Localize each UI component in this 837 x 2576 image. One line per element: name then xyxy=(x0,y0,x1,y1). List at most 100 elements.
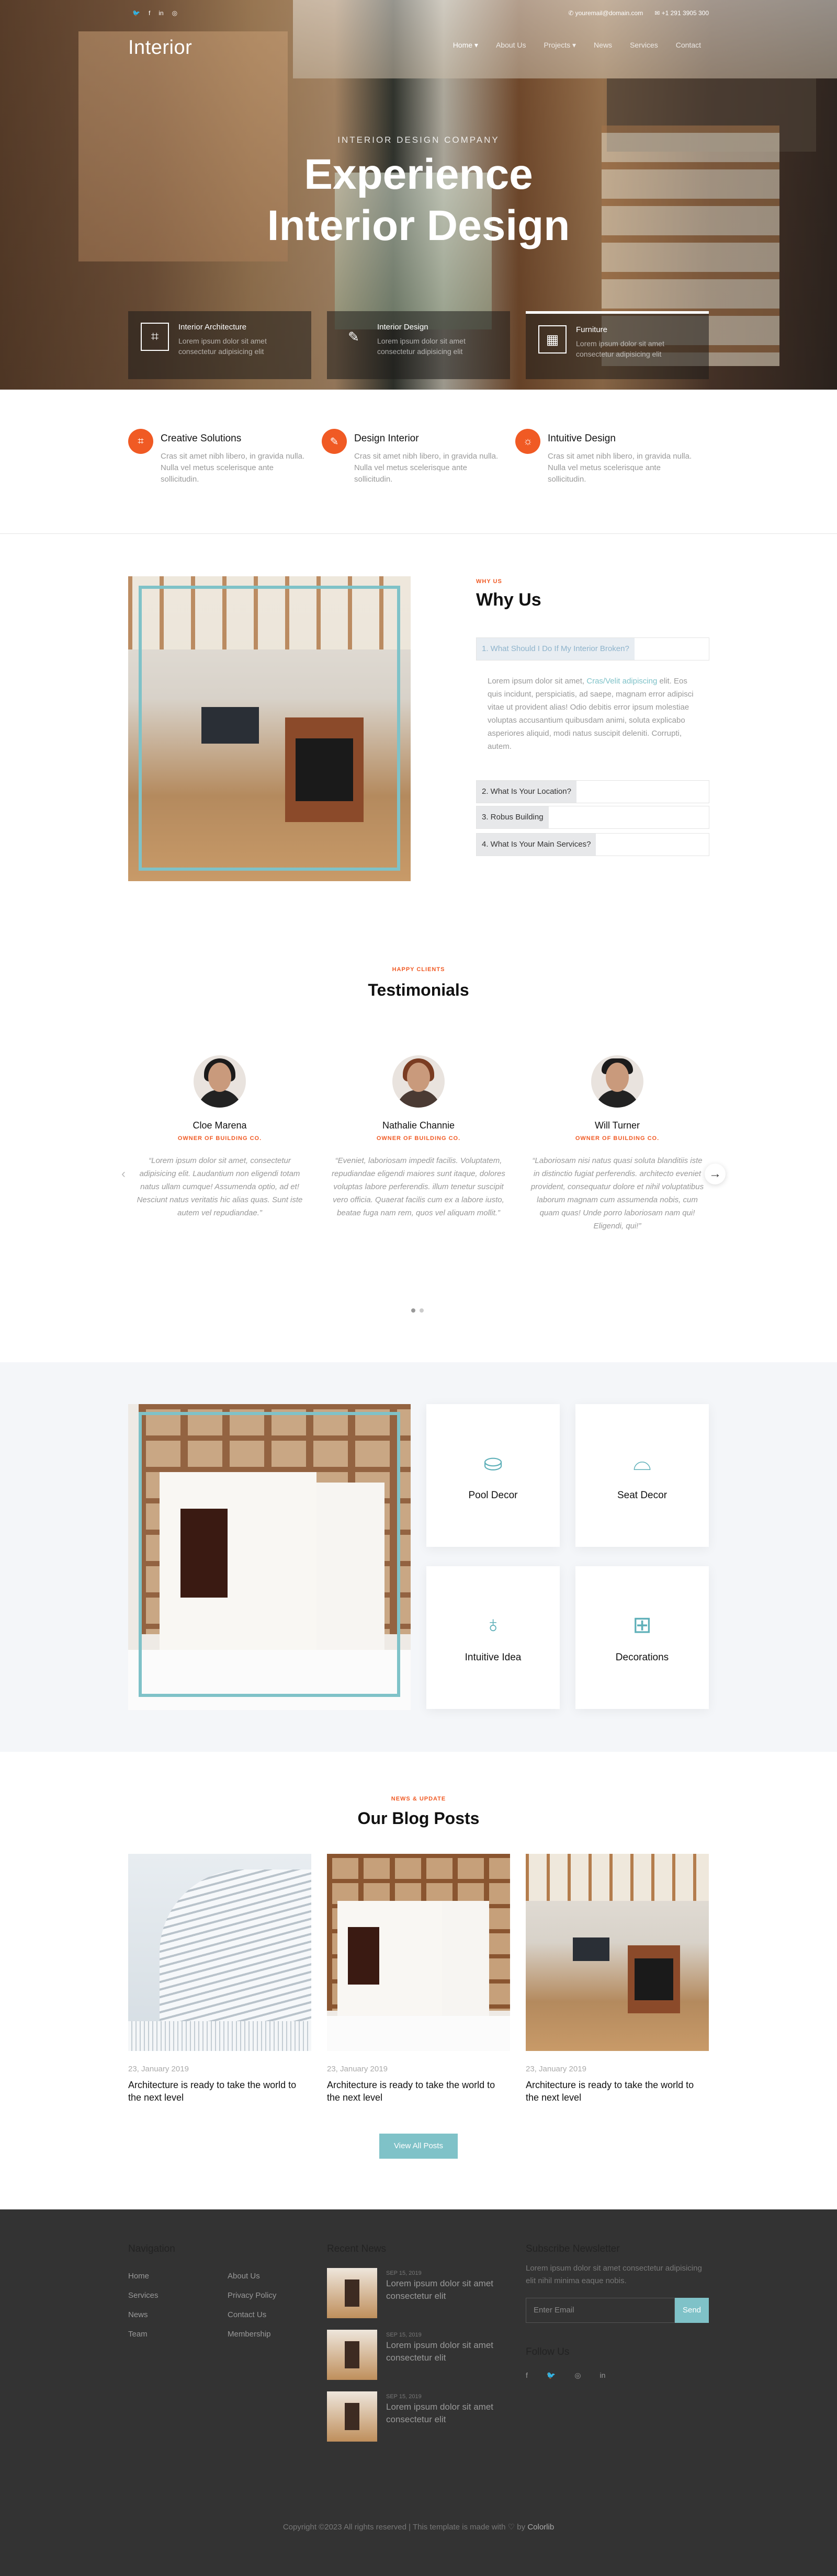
accordion-item-1[interactable]: 1. What Should I Do If My Interior Broke… xyxy=(476,637,709,660)
nav-item-home[interactable]: Home ▾ xyxy=(453,41,478,50)
news-item[interactable]: SEP 15, 2019 Lorem ipsum dolor sit amet … xyxy=(327,2268,505,2318)
hero-card-architecture[interactable]: ⌗ Interior Architecture Lorem ipsum dolor… xyxy=(128,311,311,379)
nav-item-news[interactable]: News xyxy=(594,41,612,50)
sofa-icon: ⌓ xyxy=(633,1450,651,1475)
features-section xyxy=(0,1362,837,1752)
accordion-item-4[interactable]: 4. What Is Your Main Services? xyxy=(476,833,709,856)
twitter-icon[interactable]: 🐦 xyxy=(547,2371,556,2380)
blog-title: Our Blog Posts xyxy=(357,1809,480,1828)
site-logo[interactable]: Interior xyxy=(128,37,192,59)
blueprint-icon: ⌗ xyxy=(141,323,169,351)
news-thumbnail[interactable] xyxy=(327,2330,377,2380)
footer-link[interactable]: About Us xyxy=(228,2272,260,2281)
blog-image[interactable] xyxy=(128,1854,311,2051)
recent-news-title: Recent News xyxy=(327,2243,386,2254)
service-item: ☼ Intuitive Design Cras sit amet nibh lib… xyxy=(515,429,709,485)
footer-link[interactable]: Team xyxy=(128,2330,148,2339)
blog-image[interactable] xyxy=(526,1854,709,2051)
chevron-left-icon: ‹ xyxy=(121,1167,126,1181)
hero-cards: ⌗ Interior Architecture Lorem ipsum dolor… xyxy=(128,311,709,379)
lightbulb-icon: ♁ xyxy=(484,1612,502,1637)
phone-link[interactable]: ✉ +1 291 3905 300 xyxy=(654,9,709,17)
subscribe-title: Subscribe Newsletter xyxy=(526,2243,620,2254)
blog-post[interactable]: 23, January 2019 Architecture is ready t… xyxy=(526,1854,709,2104)
footer-link[interactable]: Privacy Policy xyxy=(228,2291,276,2300)
pool-icon: ⛀ xyxy=(483,1450,503,1476)
compass-icon: ✎ xyxy=(322,429,347,454)
news-item[interactable]: SEP 15, 2019 Lorem ipsum dolor sit amet … xyxy=(327,2391,505,2442)
hero-card-furniture[interactable]: ▦ Furniture Lorem ipsum dolor sit amet co… xyxy=(526,311,709,379)
accordion-item-2[interactable]: 2. What Is Your Location? xyxy=(476,780,709,803)
feature-card[interactable]: ⌓ Seat Decor xyxy=(575,1404,709,1547)
instagram-icon[interactable]: ◎ xyxy=(172,9,177,17)
carousel-next-button[interactable]: → xyxy=(705,1164,726,1184)
view-all-posts-button[interactable]: View All Posts xyxy=(379,2134,458,2159)
blog-image[interactable] xyxy=(327,1854,510,2051)
carousel-prev-button[interactable]: ‹ xyxy=(113,1164,134,1184)
phone-icon: ✆ xyxy=(568,9,575,17)
testimonials-eyebrow: HAPPY CLIENTS xyxy=(392,966,445,973)
footer-link[interactable]: Home xyxy=(128,2272,149,2281)
section-divider xyxy=(0,533,837,534)
footer-nav-title: Navigation xyxy=(128,2243,175,2254)
testimonial-card: Nathalie Channie OWNER OF BUILDING CO. “… xyxy=(330,1055,507,1219)
blog-eyebrow: NEWS & UPDATE xyxy=(391,1796,446,1802)
testimonials-title: Testimonials xyxy=(368,981,469,999)
avatar xyxy=(392,1055,445,1108)
feature-card[interactable]: ⛀ Pool Decor xyxy=(426,1404,560,1547)
carousel-dots xyxy=(411,1308,424,1313)
footer-link[interactable]: Services xyxy=(128,2291,159,2300)
main-nav: Interior Home ▾ About Us Projects ▾ News… xyxy=(128,37,709,59)
body-link[interactable]: Cras/Velit adipiscing xyxy=(586,677,657,686)
linkedin-icon[interactable]: in xyxy=(600,2371,606,2380)
footer-link[interactable]: Contact Us xyxy=(228,2310,266,2319)
facebook-icon[interactable]: f xyxy=(526,2371,528,2380)
colorlib-link[interactable]: Colorlib xyxy=(527,2523,554,2532)
arrow-right-icon: → xyxy=(709,1167,721,1181)
mail-icon: ✉ xyxy=(654,9,662,17)
copyright: Copyright ©2023 All rights reserved | Th… xyxy=(282,2523,555,2532)
nav-item-projects[interactable]: Projects ▾ xyxy=(544,41,576,50)
follow-us-title: Follow Us xyxy=(526,2346,570,2357)
footer-link[interactable]: News xyxy=(128,2310,148,2319)
facebook-icon[interactable]: f xyxy=(149,9,150,17)
hero-card-design[interactable]: ✎ Interior Design Lorem ipsum dolor sit a… xyxy=(327,311,510,379)
nav-item-contact[interactable]: Contact xyxy=(676,41,701,50)
news-thumbnail[interactable] xyxy=(327,2391,377,2442)
hero-title: Experience Interior Design xyxy=(267,151,570,249)
avatar xyxy=(591,1055,643,1108)
news-item[interactable]: SEP 15, 2019 Lorem ipsum dolor sit amet … xyxy=(327,2330,505,2380)
why-us-title: Why Us xyxy=(476,590,541,610)
footer-social: f 🐦 ◎ in xyxy=(526,2371,605,2380)
blog-post[interactable]: 23, January 2019 Architecture is ready t… xyxy=(327,1854,510,2104)
hero-subtitle: INTERIOR DESIGN COMPANY xyxy=(337,135,500,145)
lamp-icon: ☼ xyxy=(515,429,540,454)
testimonial-card: Will Turner OWNER OF BUILDING CO. “Labor… xyxy=(528,1055,706,1233)
instagram-icon[interactable]: ◎ xyxy=(574,2371,581,2380)
accordion-item-3[interactable]: 3. Robus Building xyxy=(476,806,709,829)
accordion-body: Lorem ipsum dolor sit amet, Cras/Velit a… xyxy=(488,677,694,751)
blog-post[interactable]: 23, January 2019 Architecture is ready t… xyxy=(128,1854,311,2104)
news-thumbnail[interactable] xyxy=(327,2268,377,2318)
linkedin-icon[interactable]: in xyxy=(159,9,163,17)
footer-link[interactable]: Membership xyxy=(228,2330,271,2339)
email-input[interactable]: Enter Email xyxy=(526,2298,675,2323)
why-us-eyebrow: WHY US xyxy=(476,578,502,585)
nav-item-services[interactable]: Services xyxy=(630,41,658,50)
feature-card[interactable]: ♁ Intuitive Idea xyxy=(426,1566,560,1709)
email-link[interactable]: ✆ youremail@domain.com xyxy=(568,9,643,17)
feature-card[interactable]: ⊞ Decorations xyxy=(575,1566,709,1709)
twitter-icon[interactable]: 🐦 xyxy=(132,9,140,17)
services-row: ⌗ Creative Solutions Cras sit amet nibh l… xyxy=(128,429,709,485)
why-us-frame xyxy=(139,586,400,871)
carousel-dot[interactable] xyxy=(411,1308,415,1313)
avatar xyxy=(194,1055,246,1108)
service-item: ✎ Design Interior Cras sit amet nibh libe… xyxy=(322,429,515,485)
floorplan-icon: ▦ xyxy=(538,325,567,354)
send-button[interactable]: Send xyxy=(675,2298,709,2323)
top-bar: 🐦 f in ◎ ✆ youremail@domain.com ✉ +1 291… xyxy=(128,9,709,20)
window-icon: ⊞ xyxy=(632,1612,652,1638)
carousel-dot[interactable] xyxy=(420,1308,424,1313)
features-frame xyxy=(139,1412,400,1697)
nav-item-about[interactable]: About Us xyxy=(496,41,526,50)
